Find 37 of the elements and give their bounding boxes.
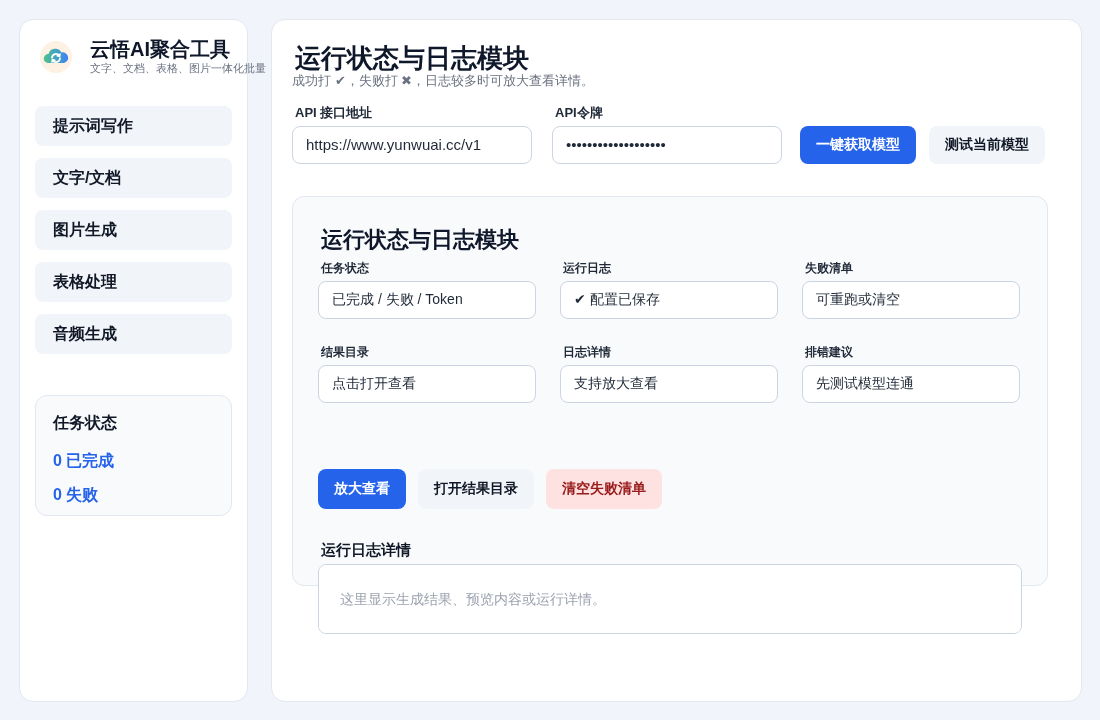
nav-item[interactable]: 文字/文档 xyxy=(35,158,232,199)
api-input[interactable]: ••••••••••••••••••• xyxy=(552,125,782,164)
page-subtitle: 成功打 ✔，失败打 ✖，日志较多时可放大查看详情。 xyxy=(292,72,596,89)
status-input[interactable]: 先测试模型连通 xyxy=(802,364,1020,403)
field-label: 结果目录 xyxy=(321,343,370,360)
nav-item[interactable]: 提示词写作 xyxy=(35,106,232,147)
nav-item[interactable]: 表格处理 xyxy=(35,262,232,303)
field-label: 任务状态 xyxy=(321,259,370,276)
app-subtitle: 文字、文档、表格、图片一体化批量 xyxy=(90,61,266,76)
status-input[interactable]: 支持放大查看 xyxy=(560,364,778,403)
status-input[interactable]: 可重跑或清空 xyxy=(802,280,1020,319)
action-button[interactable]: 打开结果目录 xyxy=(418,468,534,509)
status-input[interactable]: ✔ 配置已保存 xyxy=(560,280,778,319)
field-label: 日志详情 xyxy=(563,343,612,360)
nav-item[interactable]: 图片生成 xyxy=(35,210,232,251)
cloud-logo-icon xyxy=(40,40,72,73)
panel-title: 运行状态与日志模块 xyxy=(321,226,520,253)
action-button[interactable]: 一键获取模型 xyxy=(800,125,916,164)
field-label: 失败清单 xyxy=(805,259,854,276)
action-button[interactable]: 放大查看 xyxy=(318,468,406,509)
app-title: 云悟AI聚合工具 xyxy=(90,38,231,61)
status-input[interactable]: 已完成 / 失败 / Token xyxy=(318,280,536,319)
field-label: 运行日志 xyxy=(563,259,612,276)
log-label: 运行日志详情 xyxy=(321,539,412,560)
status-input[interactable]: 点击打开查看 xyxy=(318,364,536,403)
log-textarea[interactable]: 这里显示生成结果、预览内容或运行详情。 xyxy=(318,563,1022,634)
status-count: 0 已完成 xyxy=(53,451,116,472)
action-button[interactable]: 测试当前模型 xyxy=(929,125,1045,164)
page-title: 运行状态与日志模块 xyxy=(295,44,530,73)
field-label: API令牌 xyxy=(555,104,604,121)
field-label: API 接口地址 xyxy=(295,104,374,121)
field-label: 排错建议 xyxy=(805,343,854,360)
action-button[interactable]: 清空失败清单 xyxy=(546,468,662,509)
status-count: 0 失败 xyxy=(53,485,100,506)
status-title: 任务状态 xyxy=(53,413,118,434)
api-input[interactable]: https://www.yunwuai.cc/v1 xyxy=(292,125,532,164)
nav-item[interactable]: 音频生成 xyxy=(35,314,232,355)
